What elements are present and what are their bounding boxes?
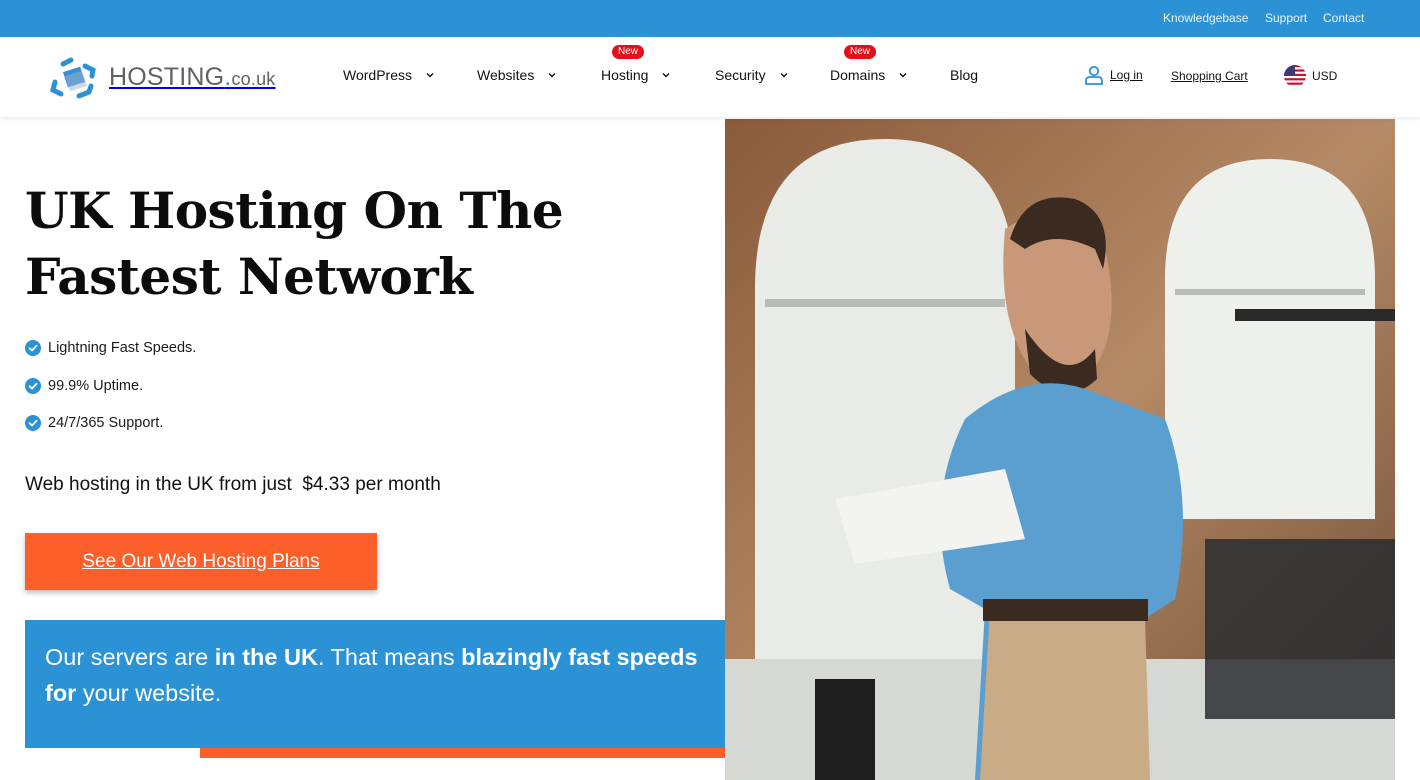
chevron-down-icon: [426, 73, 434, 78]
support-link[interactable]: Support: [1265, 11, 1307, 25]
nav-label: Blog: [950, 67, 979, 83]
login-link[interactable]: Log in: [1084, 65, 1143, 85]
knowledgebase-link[interactable]: Knowledgebase: [1163, 11, 1248, 25]
nav-domains[interactable]: New Domains: [830, 45, 909, 83]
top-utility-bar: Knowledgebase Support Contact: [0, 0, 1420, 37]
nav-security[interactable]: Security: [715, 67, 790, 83]
logo-icon: [50, 57, 96, 99]
feature-text: 99.9% Uptime.: [48, 377, 144, 394]
price-prefix: Web hosting in the UK from just: [25, 474, 292, 495]
feature-text: 24/7/365 Support.: [48, 415, 164, 431]
nav-label: Hosting: [601, 67, 649, 83]
new-badge: New: [611, 45, 645, 59]
nav-label: Security: [715, 67, 766, 83]
info-text: . That means: [317, 644, 462, 670]
check-circle-icon: [25, 415, 41, 431]
chevron-down-icon: [780, 73, 788, 78]
feature-item: Lightning Fast Speeds.: [25, 338, 196, 358]
nav-blog[interactable]: Blog: [950, 67, 978, 83]
info-text: your website.: [76, 680, 222, 706]
price-statement: Web hosting in the UK from just $4.33 pe…: [25, 474, 441, 496]
logo-text: HOSTING.co.uk: [109, 62, 276, 91]
user-icon: [1085, 65, 1103, 85]
see-hosting-plans-button[interactable]: See Our Web Hosting Plans: [25, 533, 377, 590]
main-header: HOSTING.co.uk WordPress Websites New Hos…: [0, 37, 1420, 117]
hero-title: UK Hosting On The Fastest Network: [25, 178, 564, 310]
nav-websites[interactable]: Websites: [477, 67, 558, 83]
info-text: Our servers are: [45, 644, 215, 670]
uk-servers-info-box: Our servers are in the UK. That means bl…: [25, 620, 725, 748]
chevron-down-icon: [548, 73, 556, 78]
currency-selector[interactable]: USD: [1284, 65, 1337, 87]
office-scene-illustration: [725, 119, 1395, 780]
info-bold-text: in the UK: [214, 644, 318, 670]
check-circle-icon: [25, 340, 41, 356]
shopping-cart-link[interactable]: Shopping Cart: [1171, 69, 1248, 83]
feature-text: Lightning Fast Speeds.: [48, 340, 197, 356]
nav-wordpress[interactable]: WordPress: [343, 67, 436, 83]
hero-title-line-2: Fastest Network: [25, 247, 473, 306]
chevron-down-icon: [662, 73, 670, 78]
currency-label: USD: [1312, 69, 1338, 83]
site-logo[interactable]: HOSTING.co.uk: [49, 54, 276, 100]
chevron-down-icon: [899, 73, 907, 78]
new-badge: New: [843, 45, 877, 59]
feature-item: 99.9% Uptime.: [25, 376, 196, 396]
feature-list: Lightning Fast Speeds. 99.9% Uptime. 24/…: [25, 338, 196, 451]
price-value: $4.33: [302, 474, 350, 495]
nav-label: WordPress: [343, 67, 412, 83]
contact-link[interactable]: Contact: [1323, 11, 1364, 25]
hero-image: [725, 119, 1395, 780]
hero-title-line-1: UK Hosting On The: [25, 181, 564, 240]
nav-label: Websites: [477, 67, 535, 83]
check-circle-icon: [25, 377, 41, 394]
us-flag-icon: [1284, 65, 1306, 87]
price-suffix: per month: [355, 474, 441, 495]
nav-label: Domains: [830, 67, 886, 83]
feature-item: 24/7/365 Support.: [25, 413, 196, 433]
login-label: Log in: [1110, 68, 1143, 82]
nav-hosting[interactable]: New Hosting: [601, 45, 672, 83]
